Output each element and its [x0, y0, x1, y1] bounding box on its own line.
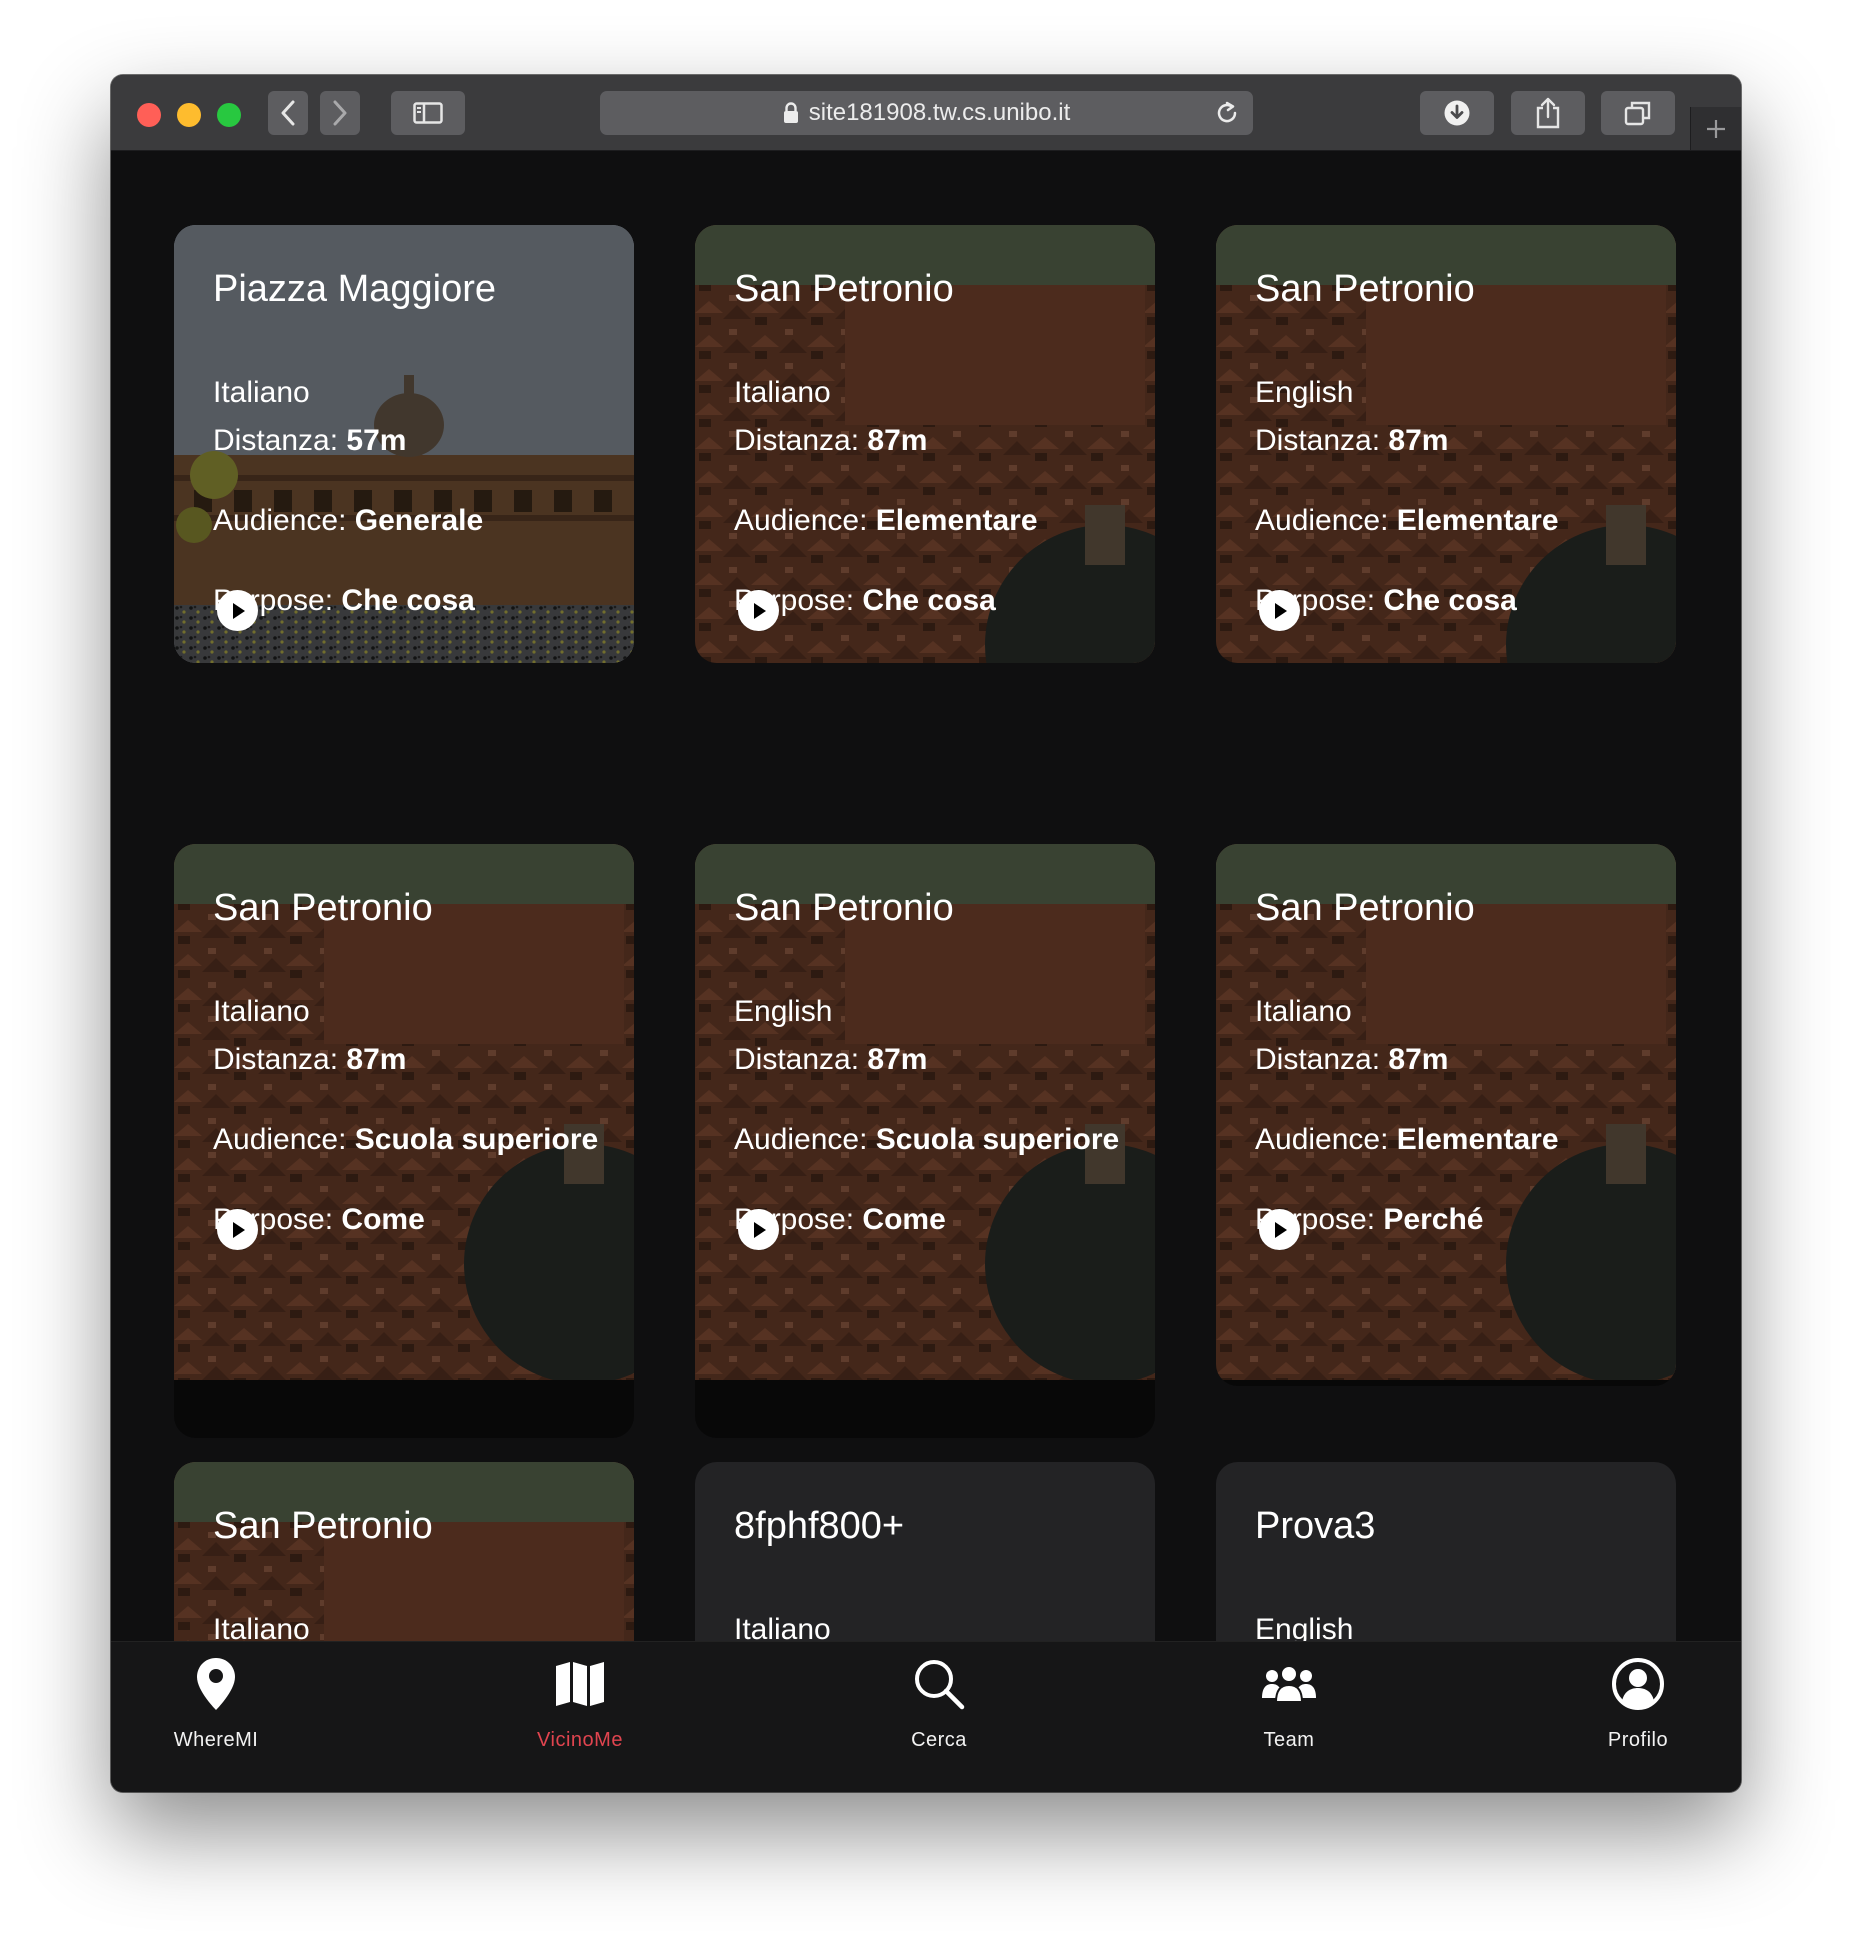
tab-label: VicinoMe — [537, 1729, 623, 1751]
chevron-left-icon — [281, 100, 295, 126]
tab-team[interactable]: Team — [1189, 1653, 1389, 1752]
browser-window: site181908.tw.cs.unibo.it Piazza Maggior… — [111, 75, 1741, 1792]
tab-profilo[interactable]: Profilo — [1538, 1653, 1738, 1752]
url-text: site181908.tw.cs.unibo.it — [808, 99, 1071, 126]
sidebar-toggle-button[interactable] — [391, 91, 465, 135]
chevron-right-icon — [333, 100, 347, 126]
play-button[interactable] — [738, 590, 779, 631]
card-purpose: Purpose: Che cosa — [1255, 584, 1517, 617]
search-icon — [915, 1660, 965, 1710]
play-button[interactable] — [1259, 1209, 1300, 1250]
minimize-window-button[interactable] — [177, 103, 201, 127]
card-purpose: Purpose: Come — [213, 1203, 425, 1236]
card-distance: Distanza: 87m — [734, 1043, 928, 1076]
map-icon — [556, 1662, 604, 1706]
card-title: Prova3 — [1255, 1505, 1376, 1547]
play-icon — [753, 1221, 766, 1238]
card-distance: Distanza: 87m — [734, 424, 928, 457]
audio-card[interactable]: San Petronio English Distanza: 87m Audie… — [1216, 225, 1676, 663]
play-icon — [232, 1221, 245, 1238]
address-bar[interactable]: site181908.tw.cs.unibo.it — [600, 91, 1253, 135]
card-title: Piazza Maggiore — [213, 268, 497, 310]
card-language: Italiano — [213, 376, 310, 409]
map-pin-icon — [197, 1658, 235, 1710]
new-tab-button[interactable] — [1690, 107, 1741, 150]
card-language: English — [734, 995, 833, 1028]
close-window-button[interactable] — [137, 103, 161, 127]
share-icon — [1536, 97, 1560, 129]
card-audience: Audience: Generale — [213, 504, 484, 537]
card-audience: Audience: Scuola superiore — [213, 1123, 599, 1156]
card-title: San Petronio — [734, 268, 954, 310]
card-audience: Audience: Elementare — [1255, 1123, 1559, 1156]
forward-button[interactable] — [320, 91, 360, 135]
card-audience: Audience: Scuola superiore — [734, 1123, 1120, 1156]
share-button[interactable] — [1511, 91, 1585, 135]
play-button[interactable] — [217, 590, 258, 631]
back-button[interactable] — [268, 91, 308, 135]
card-title: 8fphf800+ — [734, 1505, 905, 1547]
tab-label: Profilo — [1607, 1729, 1669, 1751]
audio-card[interactable]: San Petronio English Distanza: 87m Audie… — [695, 844, 1155, 1438]
play-button[interactable] — [217, 1209, 258, 1250]
tab-label: WhereMI — [173, 1729, 259, 1751]
tab-label: Cerca — [911, 1729, 967, 1751]
card-title: San Petronio — [213, 887, 433, 929]
card-title: San Petronio — [1255, 268, 1475, 310]
card-audience: Audience: Elementare — [734, 504, 1038, 537]
card-purpose: Purpose: Come — [734, 1203, 946, 1236]
card-title: San Petronio — [213, 1505, 433, 1547]
tab-vicinome[interactable]: VicinoMe — [480, 1653, 680, 1752]
zoom-window-button[interactable] — [217, 103, 241, 127]
lock-icon — [783, 102, 798, 123]
card-distance: Distanza: 87m — [213, 1043, 407, 1076]
page-content: Piazza Maggiore Italiano Distanza: 57m A… — [111, 151, 1741, 1716]
play-icon — [753, 602, 766, 619]
play-icon — [232, 602, 245, 619]
play-icon — [1274, 1221, 1287, 1238]
sidebar-icon — [413, 102, 443, 124]
audio-card[interactable]: San Petronio Italiano Distanza: 87m Audi… — [1216, 844, 1676, 1386]
profile-icon — [1612, 1658, 1664, 1710]
play-icon — [1274, 602, 1287, 619]
tab-cerca[interactable]: Cerca — [839, 1653, 1039, 1752]
card-purpose: Purpose: Che cosa — [213, 584, 475, 617]
card-title: San Petronio — [1255, 887, 1475, 929]
tab-label: Team — [1263, 1729, 1315, 1751]
reload-icon[interactable] — [1213, 99, 1241, 127]
card-language: Italiano — [213, 995, 310, 1028]
downloads-button[interactable] — [1420, 91, 1494, 135]
audio-card[interactable]: San Petronio Italiano Distanza: 87m Audi… — [174, 844, 634, 1438]
tabs-icon — [1624, 101, 1651, 126]
card-audience: Audience: Elementare — [1255, 504, 1559, 537]
download-icon — [1444, 100, 1470, 126]
card-distance: Distanza: 57m — [213, 424, 407, 457]
plus-icon — [1707, 119, 1725, 138]
browser-toolbar: site181908.tw.cs.unibo.it — [111, 75, 1741, 151]
card-purpose: Purpose: Perché — [1255, 1203, 1484, 1236]
card-title: San Petronio — [734, 887, 954, 929]
card-distance: Distanza: 87m — [1255, 1043, 1449, 1076]
card-distance: Distanza: 87m — [1255, 424, 1449, 457]
team-icon — [1262, 1665, 1316, 1703]
card-language: Italiano — [734, 376, 831, 409]
play-button[interactable] — [1259, 590, 1300, 631]
audio-card[interactable]: Piazza Maggiore Italiano Distanza: 57m A… — [174, 225, 634, 663]
audio-card[interactable]: San Petronio Italiano Distanza: 87m Audi… — [695, 225, 1155, 663]
tabs-overview-button[interactable] — [1601, 91, 1675, 135]
card-language: Italiano — [1255, 995, 1352, 1028]
tab-wheremi[interactable]: WhereMI — [116, 1653, 316, 1752]
card-purpose: Purpose: Che cosa — [734, 584, 996, 617]
card-language: English — [1255, 376, 1354, 409]
play-button[interactable] — [738, 1209, 779, 1250]
